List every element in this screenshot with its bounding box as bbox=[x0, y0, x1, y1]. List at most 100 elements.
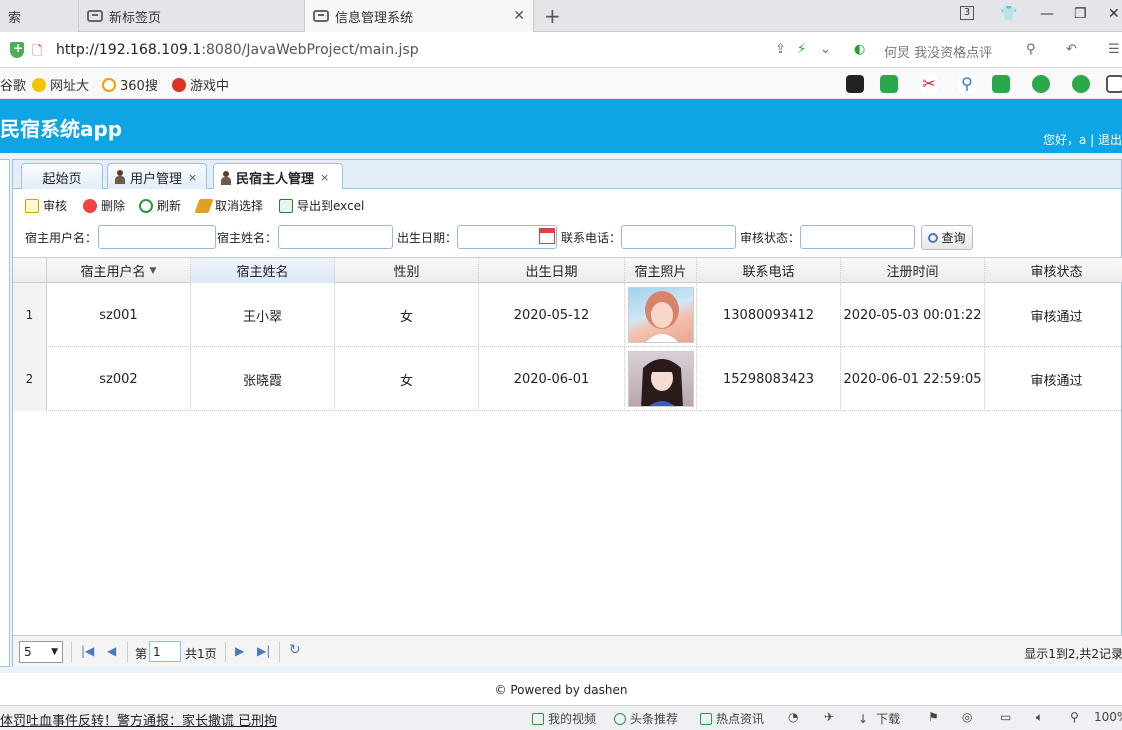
first-page-icon[interactable]: |◀ bbox=[81, 644, 94, 658]
column-header[interactable]: 审核状态 bbox=[985, 258, 1122, 283]
tools-icon[interactable]: ✈ bbox=[824, 710, 834, 724]
user-greeting[interactable]: 您好，a | 退出 bbox=[1043, 131, 1122, 148]
search-icon[interactable]: ⚲ bbox=[958, 75, 976, 93]
phone-filter-label: 联系电话： bbox=[561, 231, 622, 245]
undo-icon[interactable]: ↶ bbox=[1066, 42, 1077, 57]
divider bbox=[225, 642, 226, 662]
tab-label: 起始页 bbox=[42, 171, 82, 187]
column-header[interactable]: 注册时间 bbox=[841, 258, 985, 283]
search-icon[interactable]: ⚲ bbox=[1026, 42, 1036, 57]
host-photo[interactable] bbox=[627, 351, 694, 407]
toolbar: 审核 删除 刷新 取消选择 导出到excel bbox=[13, 193, 1122, 217]
page-number-input[interactable]: 1 bbox=[149, 641, 181, 662]
download-button[interactable]: ↓ 下载 bbox=[858, 710, 900, 727]
close-window-icon[interactable]: ✕ bbox=[1108, 6, 1120, 22]
host-photo[interactable] bbox=[627, 287, 694, 343]
speed-icon[interactable]: ◔ bbox=[788, 710, 798, 724]
volume-icon[interactable]: 🔈︎ bbox=[1036, 710, 1043, 725]
grid-icon[interactable] bbox=[1106, 75, 1122, 93]
user-icon bbox=[220, 170, 232, 185]
headline-button[interactable]: 头条推荐 bbox=[614, 710, 678, 727]
query-button[interactable]: 查询 bbox=[921, 225, 973, 250]
bookmark-icon bbox=[102, 77, 116, 92]
prev-page-icon[interactable]: ◀ bbox=[107, 644, 116, 658]
export-excel-button[interactable]: 导出到excel bbox=[279, 197, 364, 214]
table-row[interactable]: 1 sz001 王小翠 女 2020-05-12 13080093412 202… bbox=[13, 283, 1122, 347]
restore-icon[interactable]: ❐ bbox=[1074, 6, 1087, 22]
refresh-button[interactable]: 刷新 bbox=[139, 197, 181, 214]
phone-cell: 13080093412 bbox=[697, 283, 841, 347]
column-header[interactable]: 宿主用户名 ▼ bbox=[47, 258, 191, 283]
browser-tab-active[interactable]: 信息管理系统 ✕ bbox=[304, 0, 534, 32]
bookmark-item[interactable]: 网址大 bbox=[32, 75, 89, 94]
status-filter-label: 审核状态： bbox=[740, 231, 801, 245]
refresh-icon[interactable]: ↻ bbox=[289, 642, 301, 658]
name-filter-label: 宿主姓名： bbox=[217, 231, 278, 245]
extension-icon[interactable] bbox=[846, 75, 864, 93]
lightning-icon[interactable]: ⚡ bbox=[797, 42, 806, 57]
bookmark-item[interactable]: 游戏中 bbox=[172, 75, 229, 94]
hot-news-button[interactable]: 热点资讯 bbox=[700, 710, 764, 727]
divider bbox=[279, 642, 280, 662]
chevron-down-icon: ▼ bbox=[51, 647, 58, 657]
shield-icon[interactable] bbox=[10, 41, 24, 58]
tab-home[interactable]: 起始页 bbox=[21, 163, 103, 190]
bookmark-item[interactable]: 360搜 bbox=[102, 75, 158, 94]
column-header[interactable]: 出生日期 bbox=[479, 258, 625, 283]
search-hint[interactable]: 何炅 我没资格点评 bbox=[884, 42, 992, 61]
browser-tab[interactable]: 索 bbox=[0, 0, 78, 32]
window-icon[interactable]: ▭ bbox=[1000, 710, 1011, 724]
cancel-selection-button[interactable]: 取消选择 bbox=[194, 197, 263, 214]
close-icon[interactable]: ✕ bbox=[513, 8, 525, 24]
next-page-icon[interactable]: ▶ bbox=[235, 644, 244, 658]
delete-button[interactable]: 删除 bbox=[83, 197, 125, 214]
name-filter-input[interactable] bbox=[278, 225, 393, 249]
tab-user-management[interactable]: 用户管理 × bbox=[107, 163, 207, 190]
column-header[interactable]: 宿主照片 bbox=[625, 258, 697, 283]
url-field[interactable]: http://192.168.109.1:8080/JavaWebProject… bbox=[56, 42, 419, 58]
last-page-icon[interactable]: ▶| bbox=[257, 644, 270, 658]
chevron-down-icon[interactable]: ⌄ bbox=[820, 42, 831, 57]
menu-icon[interactable]: ☰ bbox=[1108, 42, 1120, 57]
username-filter-input[interactable] bbox=[98, 225, 216, 249]
status-item-label: 下载 bbox=[876, 712, 901, 726]
tab-count-badge[interactable]: 3 bbox=[960, 6, 974, 20]
bookmark-item[interactable]: 谷歌 bbox=[0, 75, 26, 94]
edit-icon bbox=[25, 198, 39, 213]
minimize-icon[interactable]: — bbox=[1040, 6, 1054, 22]
browser-tab[interactable]: 新标签页 bbox=[78, 0, 304, 32]
gamepad-icon[interactable] bbox=[992, 75, 1010, 93]
status-filter-input[interactable] bbox=[800, 225, 915, 249]
share-icon[interactable]: ⇪ bbox=[775, 42, 786, 57]
table-row[interactable]: 2 sz002 张晓霞 女 2020-06-01 15298083423 202… bbox=[13, 347, 1122, 411]
column-header[interactable]: 宿主姓名 bbox=[191, 258, 335, 283]
birth-cell: 2020-05-12 bbox=[479, 283, 625, 347]
browser-icon[interactable]: ◎ bbox=[962, 710, 972, 724]
news-ticker-link[interactable]: 体罚吐血事件反转！警方通报：家长撒谎 已刑拘 bbox=[0, 710, 277, 729]
wallet-icon[interactable] bbox=[1032, 75, 1050, 93]
close-icon[interactable]: × bbox=[320, 171, 329, 184]
my-videos-button[interactable]: 我的视频 bbox=[532, 710, 596, 727]
close-icon[interactable]: × bbox=[188, 171, 197, 184]
audit-button[interactable]: 审核 bbox=[25, 197, 67, 214]
column-header[interactable]: 联系电话 bbox=[697, 258, 841, 283]
insecure-icon[interactable]: 🗋 bbox=[32, 42, 42, 64]
browser-tab-strip: 索 新标签页 信息管理系统 ✕ + 3 👕 — ❐ ✕ bbox=[0, 0, 1122, 32]
extension-icon[interactable] bbox=[880, 75, 898, 93]
search-engine-icon[interactable]: ◐ bbox=[854, 42, 865, 57]
calendar-icon[interactable] bbox=[539, 228, 555, 244]
tab-host-management[interactable]: 民宿主人管理 × bbox=[213, 163, 343, 191]
phone-filter-input[interactable] bbox=[621, 225, 736, 249]
new-tab-button[interactable]: + bbox=[544, 4, 561, 28]
shirt-icon[interactable]: 👕 bbox=[1000, 6, 1017, 22]
play-icon bbox=[614, 712, 626, 725]
scissors-icon[interactable]: ✂ bbox=[920, 75, 938, 93]
bookmark-label: 游戏中 bbox=[190, 79, 230, 94]
column-header[interactable]: 性别 bbox=[335, 258, 479, 283]
page-size-select[interactable]: 5 ▼ bbox=[19, 641, 63, 663]
chat-icon[interactable] bbox=[1072, 75, 1090, 93]
flag-icon[interactable]: ⚑ bbox=[928, 710, 939, 724]
zoom-icon[interactable]: ⚲ bbox=[1070, 710, 1079, 724]
zoom-level[interactable]: 100% bbox=[1094, 710, 1122, 724]
delete-icon bbox=[83, 198, 97, 213]
